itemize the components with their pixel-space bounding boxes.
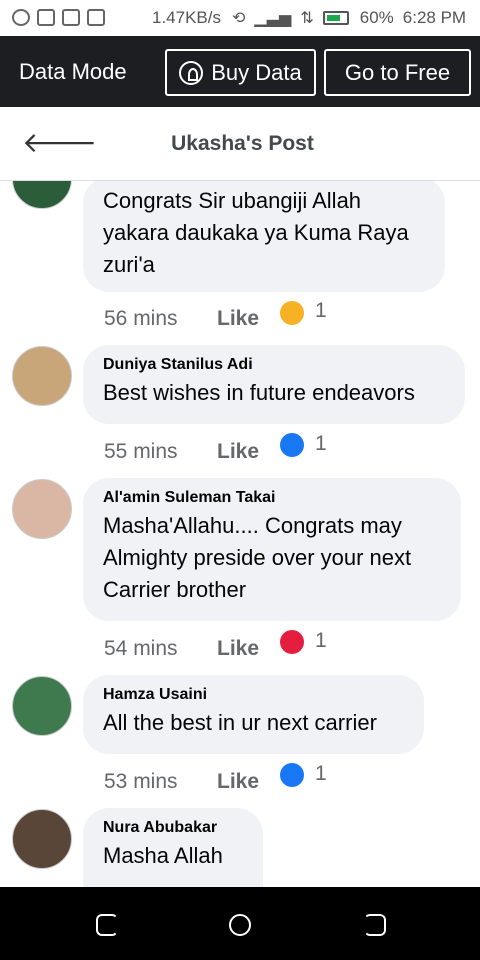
comment-text: Masha'Allahu.... Congrats may Almighty p…: [103, 513, 412, 602]
comment-meta: 54 mins Like 1: [104, 629, 327, 661]
like-icon: [280, 763, 304, 787]
back-icon[interactable]: [364, 914, 386, 936]
comment-bubble[interactable]: Duniya Stanilus Adi Best wishes in futur…: [83, 345, 465, 424]
buy-data-label: Buy Data: [211, 59, 302, 85]
comment-author[interactable]: Al'amin Suleman Takai: [103, 489, 443, 507]
recent-apps-icon[interactable]: [96, 914, 118, 936]
battery-icon: [322, 11, 349, 25]
comment-text: Congrats Sir ubangiji Allah yakara dauka…: [103, 188, 409, 277]
system-icons: ⟲ ▁▃▅ ⇅ 60% 6:28 PM: [232, 8, 466, 28]
buy-data-button[interactable]: Buy Data: [165, 49, 316, 96]
comment-text: All the best in ur next carrier: [103, 710, 377, 735]
comment-bubble[interactable]: Al'amin Suleman Takai Masha'Allahu.... C…: [83, 478, 461, 621]
data-mode-bar: Data Mode Buy Data Go to Free: [0, 36, 480, 107]
reaction-count: 1: [315, 432, 327, 455]
like-button[interactable]: Like: [217, 440, 259, 464]
avatar[interactable]: [12, 479, 72, 539]
comment-author[interactable]: Hamza Usaini: [103, 686, 406, 704]
page-title: Ukasha's Post: [171, 132, 314, 155]
comment-list[interactable]: Congrats Sir ubangiji Allah yakara dauka…: [0, 181, 480, 887]
avatar[interactable]: [12, 809, 72, 869]
rotate-icon: ⟲: [232, 10, 246, 27]
upload-icon: [12, 9, 30, 26]
reaction-count: 1: [315, 629, 327, 652]
screen-icon: [62, 9, 80, 26]
comment-time: 56 mins: [104, 307, 178, 330]
comment-author[interactable]: Duniya Stanilus Adi: [103, 356, 447, 374]
comment-time: 55 mins: [104, 440, 178, 463]
signal-icon: ▁▃▅: [254, 10, 292, 27]
pulse-icon: [87, 9, 105, 26]
comment-meta: 55 mins Like 1: [104, 432, 327, 464]
broadcast-icon: [179, 60, 204, 85]
clock: 6:28 PM: [402, 8, 467, 27]
avatar[interactable]: [12, 181, 72, 209]
reaction-count: 1: [315, 762, 327, 785]
avatar[interactable]: [12, 676, 72, 736]
comment-bubble[interactable]: Nura Abubakar Masha Allah: [83, 808, 263, 887]
notification-icons: [12, 9, 105, 26]
comment-time: 53 mins: [104, 770, 178, 793]
comment-text: Masha Allah: [103, 843, 223, 868]
status-bar: 1.47KB/s ⟲ ▁▃▅ ⇅ 60% 6:28 PM: [0, 0, 480, 36]
avatar[interactable]: [12, 346, 72, 406]
network-speed: 1.47KB/s: [152, 8, 221, 27]
comment-bubble[interactable]: Hamza Usaini All the best in ur next car…: [83, 675, 424, 754]
like-icon: [280, 433, 304, 457]
comment-meta: 56 mins Like 1: [104, 299, 327, 331]
like-button[interactable]: Like: [217, 637, 259, 661]
data-mode-label: Data Mode: [19, 59, 127, 84]
love-icon: [280, 630, 304, 654]
battery-percent: 60%: [359, 8, 394, 27]
post-header: 🡐 Ukasha's Post: [0, 107, 480, 181]
home-icon[interactable]: [229, 914, 251, 936]
comment-meta: 53 mins Like 1: [104, 762, 327, 794]
wifi-icon: ⇅: [300, 10, 314, 27]
system-nav-bar: [0, 887, 480, 960]
mail-icon: [37, 9, 55, 26]
haha-icon: [280, 301, 304, 325]
reaction-count: 1: [315, 299, 327, 322]
comment-time: 54 mins: [104, 637, 178, 660]
like-button[interactable]: Like: [217, 307, 259, 331]
comment-text: Best wishes in future endeavors: [103, 380, 415, 405]
go-to-free-button[interactable]: Go to Free: [324, 49, 471, 96]
comment-author[interactable]: Nura Abubakar: [103, 819, 245, 837]
like-button[interactable]: Like: [217, 770, 259, 794]
comment-bubble[interactable]: Congrats Sir ubangiji Allah yakara dauka…: [83, 181, 445, 292]
